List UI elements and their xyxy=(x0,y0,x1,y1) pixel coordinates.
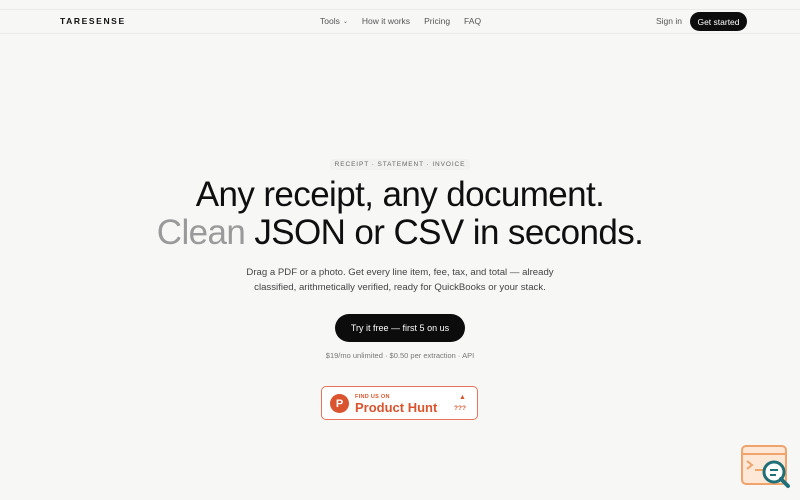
top-nav: TARESENSE Tools ⌄ How it works Pricing FA… xyxy=(0,0,800,42)
pricing-note: $19/mo unlimited · $0.50 per extraction … xyxy=(325,351,475,360)
subtitle-line-1: Drag a PDF or a photo. Get every line it… xyxy=(246,267,554,278)
product-hunt-logo-icon: P xyxy=(330,394,349,413)
page: TARESENSE Tools ⌄ How it works Pricing FA… xyxy=(0,0,800,500)
upvote-arrow-icon: ▲ xyxy=(459,394,466,401)
nav-link-tools[interactable]: Tools ⌄ xyxy=(320,16,348,26)
nav-link-tools-label: Tools xyxy=(320,16,340,26)
nav-links: Tools ⌄ How it works Pricing FAQ xyxy=(320,16,481,26)
hero-subtitle: Drag a PDF or a photo. Get every line it… xyxy=(0,265,800,295)
nav-link-faq[interactable]: FAQ xyxy=(464,16,481,26)
sign-in-link[interactable]: Sign in xyxy=(656,16,682,26)
hero-eyebrow: RECEIPT · STATEMENT · INVOICE xyxy=(0,153,800,171)
nav-link-how-it-works[interactable]: How it works xyxy=(362,16,410,26)
upvote-count: ??? xyxy=(454,405,466,412)
eyebrow-tag: RECEIPT · STATEMENT · INVOICE xyxy=(329,159,471,170)
headline-line-1: Any receipt, any document. xyxy=(195,175,605,214)
chevron-down-icon: ⌄ xyxy=(342,19,348,25)
brand-logo[interactable]: TARESENSE xyxy=(60,16,126,26)
headline-line-2-rest: JSON or CSV in seconds. xyxy=(245,213,644,252)
chat-search-widget-icon[interactable] xyxy=(740,444,792,490)
subtitle-line-2: classified, arithmetically verified, rea… xyxy=(254,282,546,293)
nav-link-pricing[interactable]: Pricing xyxy=(424,16,450,26)
product-hunt-badge[interactable]: P FIND US ON Product Hunt ▲ ??? xyxy=(321,386,478,420)
headline-muted-word: Clean xyxy=(156,213,246,252)
hero-headline: Any receipt, any document. Clean JSON or… xyxy=(0,176,800,252)
try-free-button[interactable]: Try it free — first 5 on us xyxy=(335,314,465,342)
get-started-button[interactable]: Get started xyxy=(690,12,747,31)
headline-line-2: Clean JSON or CSV in seconds. xyxy=(0,214,800,252)
product-hunt-title: Product Hunt xyxy=(355,400,438,415)
